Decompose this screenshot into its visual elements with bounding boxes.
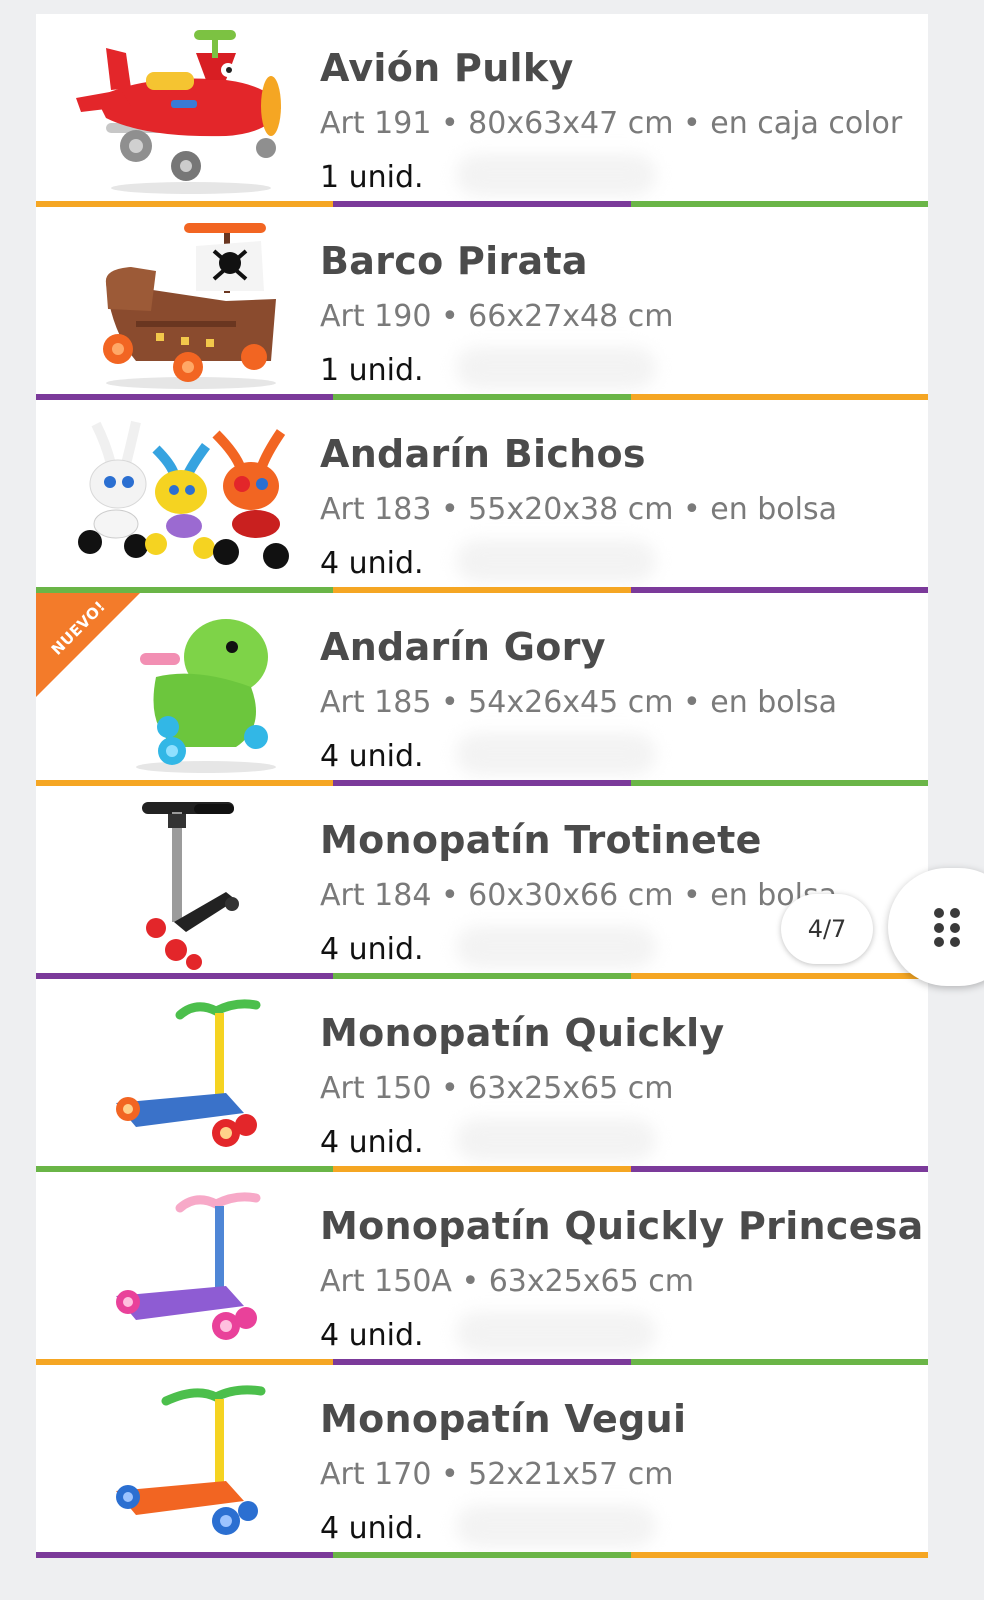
- product-name: Monopatín Vegui: [320, 1397, 687, 1441]
- orange-scooter-icon: [116, 1385, 266, 1535]
- redacted-price: [456, 1312, 656, 1354]
- product-meta: Art 190 • 66x27x48 cm: [320, 299, 674, 334]
- redacted-price: [456, 347, 656, 389]
- purple-scooter-icon: [116, 1192, 261, 1340]
- blue-scooter-icon: [116, 999, 261, 1147]
- color-stripe: [36, 1552, 928, 1558]
- redacted-price: [456, 926, 656, 968]
- list-item[interactable]: NUEVO! Andarín Gory Art 185 • 54x26x45 c…: [36, 593, 928, 786]
- new-badge: NUEVO!: [36, 593, 140, 697]
- pirate-ship-icon: [103, 223, 276, 389]
- list-item[interactable]: Barco Pirata Art 190 • 66x27x48 cm 1 uni…: [36, 207, 928, 400]
- page-indicator[interactable]: 4/7: [781, 894, 873, 964]
- product-meta: Art 185 • 54x26x45 cm • en bolsa: [320, 685, 837, 720]
- grid-dots-icon: [934, 908, 960, 948]
- product-name: Barco Pirata: [320, 239, 588, 283]
- product-name: Monopatín Quickly: [320, 1011, 725, 1055]
- list-item[interactable]: Andarín Bichos Art 183 • 55x20x38 cm • e…: [36, 400, 928, 593]
- toy-plane-icon: [76, 30, 281, 194]
- product-name: Avión Pulky: [320, 46, 574, 90]
- product-meta: Art 184 • 60x30x66 cm • en bolsa: [320, 878, 837, 913]
- product-meta: Art 183 • 55x20x38 cm • en bolsa: [320, 492, 837, 527]
- product-list: Avión Pulky Art 191 • 80x63x47 cm • en c…: [36, 14, 928, 1558]
- product-name: Andarín Gory: [320, 625, 606, 669]
- product-quantity: 4 unid.: [320, 1511, 424, 1546]
- redacted-price: [456, 1119, 656, 1161]
- product-quantity: 4 unid.: [320, 546, 424, 581]
- product-quantity: 4 unid.: [320, 739, 424, 774]
- list-item[interactable]: Avión Pulky Art 191 • 80x63x47 cm • en c…: [36, 14, 928, 207]
- product-meta: Art 170 • 52x21x57 cm: [320, 1457, 674, 1492]
- list-item[interactable]: Monopatín Quickly Princesa Art 150A • 63…: [36, 1172, 928, 1365]
- product-quantity: 4 unid.: [320, 932, 424, 967]
- product-name: Andarín Bichos: [320, 432, 646, 476]
- product-meta: Art 150A • 63x25x65 cm: [320, 1264, 694, 1299]
- black-scooter-icon: [142, 802, 239, 970]
- product-name: Monopatín Trotinete: [320, 818, 762, 862]
- redacted-price: [456, 540, 656, 582]
- product-meta: Art 191 • 80x63x47 cm • en caja color: [320, 106, 903, 141]
- redacted-price: [456, 1505, 656, 1547]
- product-quantity: 4 unid.: [320, 1318, 424, 1353]
- redacted-price: [456, 733, 656, 775]
- product-quantity: 1 unid.: [320, 353, 424, 388]
- list-item[interactable]: Monopatín Vegui Art 170 • 52x21x57 cm 4 …: [36, 1365, 928, 1558]
- bug-riders-icon: [78, 420, 289, 569]
- list-item[interactable]: Monopatín Quickly Art 150 • 63x25x65 cm …: [36, 979, 928, 1172]
- redacted-price: [456, 154, 656, 196]
- product-quantity: 4 unid.: [320, 1125, 424, 1160]
- product-quantity: 1 unid.: [320, 160, 424, 195]
- page-indicator-label: 4/7: [807, 915, 847, 943]
- product-meta: Art 150 • 63x25x65 cm: [320, 1071, 674, 1106]
- product-name: Monopatín Quickly Princesa: [320, 1204, 924, 1248]
